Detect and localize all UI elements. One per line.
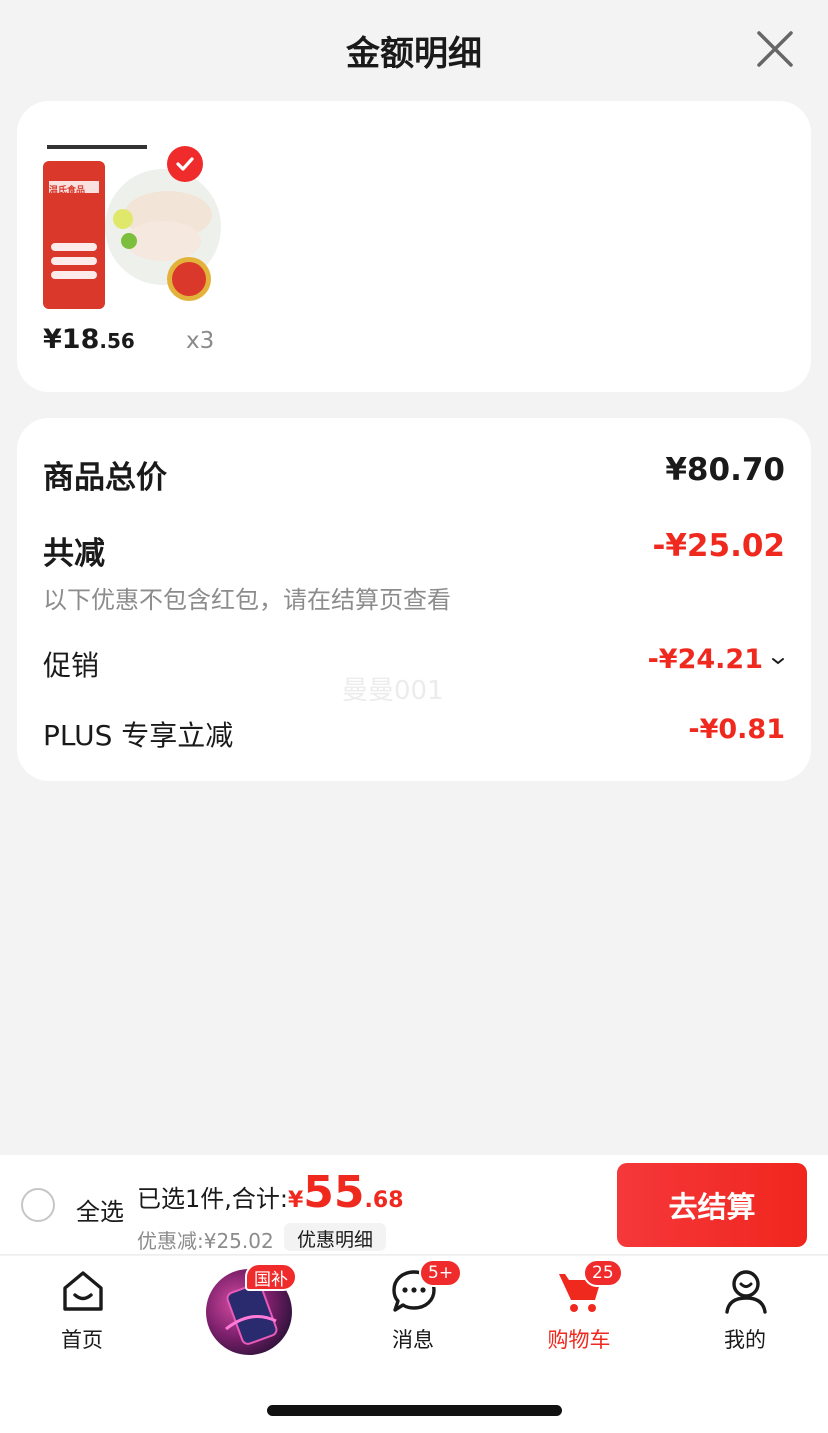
tab-home-label: 首页 <box>61 1328 103 1352</box>
total-value: ¥80.70 <box>665 452 785 488</box>
price-decimal: .56 <box>99 329 135 353</box>
user-icon <box>725 1270 767 1314</box>
discount-note: 以下优惠不包含红包，请在结算页查看 <box>43 586 451 614</box>
promo-badge: 国补 <box>245 1263 297 1291</box>
checkout-bar: 全选 已选1件,合计:¥55.68 优惠减:¥25.02 优惠明细 去结算 <box>0 1155 828 1255</box>
tab-home[interactable]: 首页 <box>22 1256 142 1356</box>
page-title: 金额明细 <box>346 34 482 74</box>
total-line: 已选1件,合计:¥55.68 <box>137 1167 404 1218</box>
reduce-value: -¥25.02 <box>652 528 786 564</box>
price-main: ¥18 <box>43 324 100 355</box>
select-all-checkbox[interactable] <box>21 1188 55 1222</box>
home-icon <box>63 1271 103 1311</box>
total-currency: ¥ <box>287 1188 304 1213</box>
promo-row[interactable]: -¥24.21 <box>648 644 785 675</box>
reduce-label: 共减 <box>43 536 105 572</box>
checkout-button[interactable]: 去结算 <box>617 1163 807 1247</box>
total-label: 商品总价 <box>43 460 167 496</box>
product-brand-text: 温氏食品 <box>49 186 86 196</box>
tab-cart[interactable]: 25 购物车 <box>519 1256 639 1356</box>
discount-detail-button[interactable]: 优惠明细 <box>284 1223 387 1251</box>
messages-badge: 5+ <box>419 1259 463 1287</box>
price-summary-card: 商品总价 ¥80.70 共减 -¥25.02 以下优惠不包含红包，请在结算页查看… <box>17 418 811 781</box>
total-decimal: .68 <box>364 1188 404 1213</box>
tab-messages-label: 消息 <box>392 1328 434 1352</box>
tab-me[interactable]: 我的 <box>685 1256 805 1356</box>
tab-messages[interactable]: 5+ 消息 <box>353 1256 473 1356</box>
plus-label: PLUS 专享立减 <box>43 719 234 752</box>
promo-label: 促销 <box>43 649 100 682</box>
tab-cart-label: 购物车 <box>547 1328 611 1352</box>
product-price: ¥18.56 <box>43 324 135 355</box>
close-button[interactable] <box>752 26 798 72</box>
plus-value: -¥0.81 <box>688 714 785 745</box>
tab-me-label: 我的 <box>724 1328 766 1352</box>
total-amount: 55 <box>303 1167 365 1218</box>
chevron-down-icon <box>772 657 784 664</box>
select-all-label[interactable]: 全选 <box>76 1192 124 1227</box>
watermark: 曼曼001 <box>342 676 444 706</box>
discount-text: 优惠减:¥25.02 <box>137 1229 274 1253</box>
product-quantity: x3 <box>186 328 215 354</box>
close-icon <box>757 31 793 67</box>
promo-value: -¥24.21 <box>647 644 763 675</box>
cart-badge: 25 <box>583 1259 623 1287</box>
check-icon <box>176 157 194 171</box>
home-indicator <box>267 1405 562 1416</box>
product-card: 温氏食品 ¥18.56 x3 <box>17 101 811 392</box>
selected-text: 已选1件,合计: <box>137 1185 288 1213</box>
selected-check[interactable] <box>167 146 203 182</box>
